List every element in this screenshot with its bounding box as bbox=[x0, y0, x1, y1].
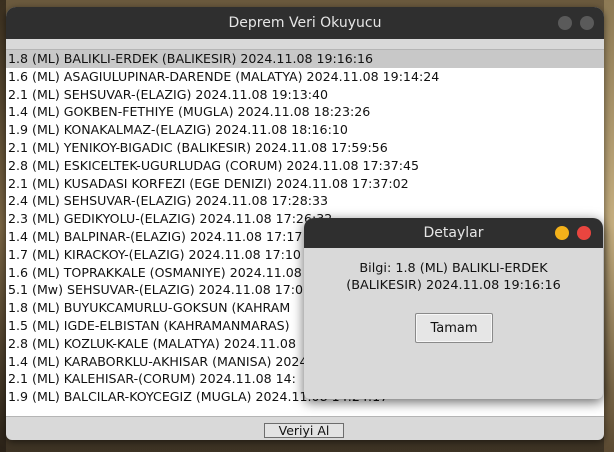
minimize-icon[interactable] bbox=[558, 16, 572, 30]
desktop-wallpaper-right bbox=[604, 0, 614, 452]
main-window-controls bbox=[558, 16, 594, 30]
dialog-titlebar[interactable]: Detaylar bbox=[304, 218, 603, 248]
close-icon[interactable] bbox=[580, 16, 594, 30]
list-item[interactable]: 1.6 (ML) ASAGIULUPINAR-DARENDE (MALATYA)… bbox=[6, 68, 604, 86]
list-item[interactable]: 2.1 (ML) KUSADASI KORFEZI (EGE DENIZI) 2… bbox=[6, 175, 604, 193]
dialog-message-line2: (BALIKESIR) 2024.11.08 19:16:16 bbox=[346, 278, 561, 293]
dialog-title: Detaylar bbox=[423, 225, 484, 241]
close-icon[interactable] bbox=[577, 226, 591, 240]
main-window-title: Deprem Veri Okuyucu bbox=[228, 15, 382, 31]
list-item[interactable]: 2.4 (ML) SEHSUVAR-(ELAZIG) 2024.11.08 17… bbox=[6, 192, 604, 210]
list-item[interactable]: 1.8 (ML) BALIKLI-ERDEK (BALIKESIR) 2024.… bbox=[6, 50, 604, 68]
list-item[interactable]: 2.1 (ML) YENIKOY-BIGADIC (BALIKESIR) 202… bbox=[6, 139, 604, 157]
ok-button[interactable]: Tamam bbox=[415, 313, 493, 343]
list-item[interactable]: 1.9 (ML) KONAKALMAZ-(ELAZIG) 2024.11.08 … bbox=[6, 121, 604, 139]
list-item[interactable]: 2.1 (ML) SEHSUVAR-(ELAZIG) 2024.11.08 19… bbox=[6, 86, 604, 104]
details-dialog: Detaylar Bilgi: 1.8 (ML) BALIKLI-ERDEK (… bbox=[304, 218, 603, 399]
list-item[interactable]: 1.4 (ML) GOKBEN-FETHIYE (MUGLA) 2024.11.… bbox=[6, 103, 604, 121]
main-titlebar[interactable]: Deprem Veri Okuyucu bbox=[6, 7, 604, 39]
dialog-message: Bilgi: 1.8 (ML) BALIKLI-ERDEK (BALIKESIR… bbox=[314, 260, 593, 294]
dialog-message-line1: Bilgi: 1.8 (ML) BALIKLI-ERDEK bbox=[359, 261, 548, 276]
minimize-icon[interactable] bbox=[555, 226, 569, 240]
list-item[interactable]: 2.8 (ML) ESKICELTEK-UGURLUDAG (CORUM) 20… bbox=[6, 157, 604, 175]
dialog-controls bbox=[555, 226, 591, 240]
fetch-data-button[interactable]: Veriyi Al bbox=[264, 423, 344, 438]
